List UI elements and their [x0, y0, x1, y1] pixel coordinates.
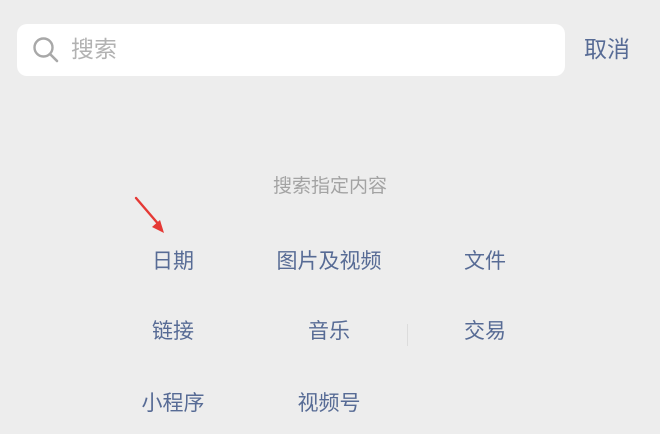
search-input[interactable] [71, 37, 531, 63]
search-icon [31, 35, 61, 65]
category-files[interactable]: 文件 [385, 246, 585, 276]
category-transactions[interactable]: 交易 [385, 316, 585, 346]
search-bar[interactable] [17, 24, 565, 76]
cancel-button[interactable]: 取消 [584, 34, 630, 66]
divider [407, 324, 408, 346]
section-title: 搜索指定内容 [272, 175, 387, 197]
category-channels[interactable]: 视频号 [229, 388, 429, 418]
red-arrow-icon [134, 196, 164, 233]
